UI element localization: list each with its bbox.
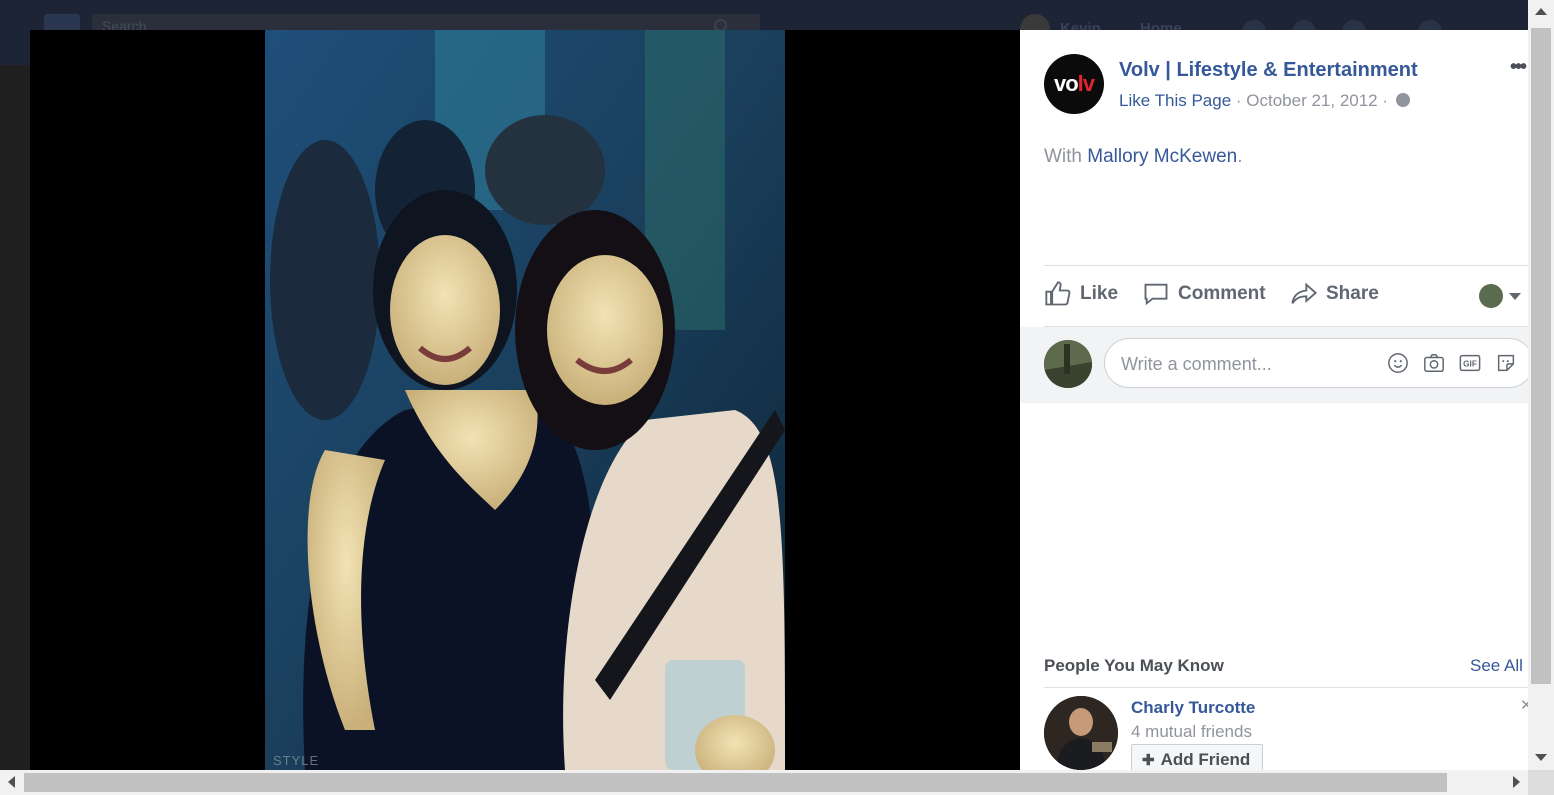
post-meta: Like This Page · October 21, 2012 · bbox=[1119, 91, 1410, 111]
share-icon bbox=[1291, 282, 1318, 304]
meta-separator: · bbox=[1231, 91, 1247, 110]
add-friend-icon: ✚ bbox=[1142, 752, 1155, 769]
chevron-down-icon bbox=[1509, 292, 1521, 300]
like-page-link[interactable]: Like This Page bbox=[1119, 91, 1231, 110]
page-name-link[interactable]: Volv | Lifestyle & Entertainment bbox=[1119, 59, 1418, 82]
page-avatar[interactable]: volv bbox=[1044, 54, 1104, 114]
sticker-icon[interactable] bbox=[1495, 352, 1517, 374]
emoji-icon[interactable] bbox=[1387, 352, 1409, 374]
audience-selector[interactable] bbox=[1479, 284, 1521, 308]
person-name-link[interactable]: Charly Turcotte bbox=[1131, 698, 1255, 718]
comment-label: Comment bbox=[1178, 283, 1266, 304]
vertical-scrollbar[interactable] bbox=[1528, 0, 1554, 770]
meta-separator: · bbox=[1377, 91, 1393, 110]
post-actions: Like Comment Share bbox=[1044, 266, 1528, 326]
post-date[interactable]: October 21, 2012 bbox=[1246, 91, 1377, 110]
scroll-left-arrow-icon[interactable] bbox=[8, 776, 15, 788]
vertical-scrollbar-thumb[interactable] bbox=[1531, 28, 1551, 684]
horizontal-scrollbar[interactable] bbox=[0, 770, 1528, 795]
page-avatar-logo: volv bbox=[1053, 71, 1095, 96]
comment-button[interactable]: Comment bbox=[1142, 280, 1266, 308]
thumbs-up-icon bbox=[1045, 281, 1071, 306]
like-button[interactable]: Like bbox=[1044, 280, 1118, 308]
photo-image bbox=[265, 30, 785, 770]
see-all-link[interactable]: See All bbox=[1470, 656, 1523, 676]
close-icon[interactable]: ✕ bbox=[1520, 696, 1528, 714]
like-label: Like bbox=[1080, 283, 1119, 304]
current-user-avatar[interactable] bbox=[1044, 340, 1092, 388]
person-avatar[interactable] bbox=[1044, 696, 1118, 770]
comment-box: GIF bbox=[1104, 338, 1528, 389]
photo-stage[interactable]: STYLE bbox=[30, 30, 1020, 770]
tagged-person-link[interactable]: Mallory McKewen bbox=[1087, 146, 1237, 167]
photo[interactable]: STYLE bbox=[265, 30, 785, 770]
post-text: With Mallory McKewen. bbox=[1044, 146, 1243, 167]
scroll-up-arrow-icon[interactable] bbox=[1535, 8, 1547, 15]
post-panel: volv Volv | Lifestyle & Entertainment Li… bbox=[1020, 30, 1528, 770]
share-label: Share bbox=[1326, 283, 1379, 304]
audience-avatar bbox=[1479, 284, 1503, 308]
share-button[interactable]: Share bbox=[1290, 280, 1379, 308]
scroll-right-arrow-icon[interactable] bbox=[1513, 776, 1520, 788]
globe-icon bbox=[1395, 93, 1410, 107]
scroll-down-arrow-icon[interactable] bbox=[1535, 754, 1547, 761]
add-friend-button[interactable]: ✚ Add Friend bbox=[1131, 744, 1264, 770]
comment-input[interactable] bbox=[1119, 339, 1373, 389]
person-avatar-image bbox=[1044, 696, 1118, 770]
horizontal-scrollbar-thumb[interactable] bbox=[24, 773, 1447, 792]
comment-icon bbox=[1144, 283, 1168, 306]
scrollbar-corner bbox=[1528, 770, 1554, 795]
pymk-title: People You May Know bbox=[1044, 656, 1224, 675]
svg-text:GIF: GIF bbox=[1463, 360, 1477, 369]
photo-watermark: STYLE bbox=[273, 753, 320, 768]
camera-icon[interactable] bbox=[1423, 352, 1445, 374]
more-horizontal-icon[interactable]: ••• bbox=[1510, 56, 1527, 79]
divider bbox=[1044, 687, 1528, 688]
mutual-friends-link[interactable]: 4 mutual friends bbox=[1131, 722, 1252, 742]
comment-composer: GIF bbox=[1020, 327, 1528, 403]
current-user-avatar-image bbox=[1044, 340, 1092, 388]
add-friend-label: Add Friend bbox=[1160, 750, 1251, 769]
gif-icon[interactable]: GIF bbox=[1459, 352, 1481, 374]
